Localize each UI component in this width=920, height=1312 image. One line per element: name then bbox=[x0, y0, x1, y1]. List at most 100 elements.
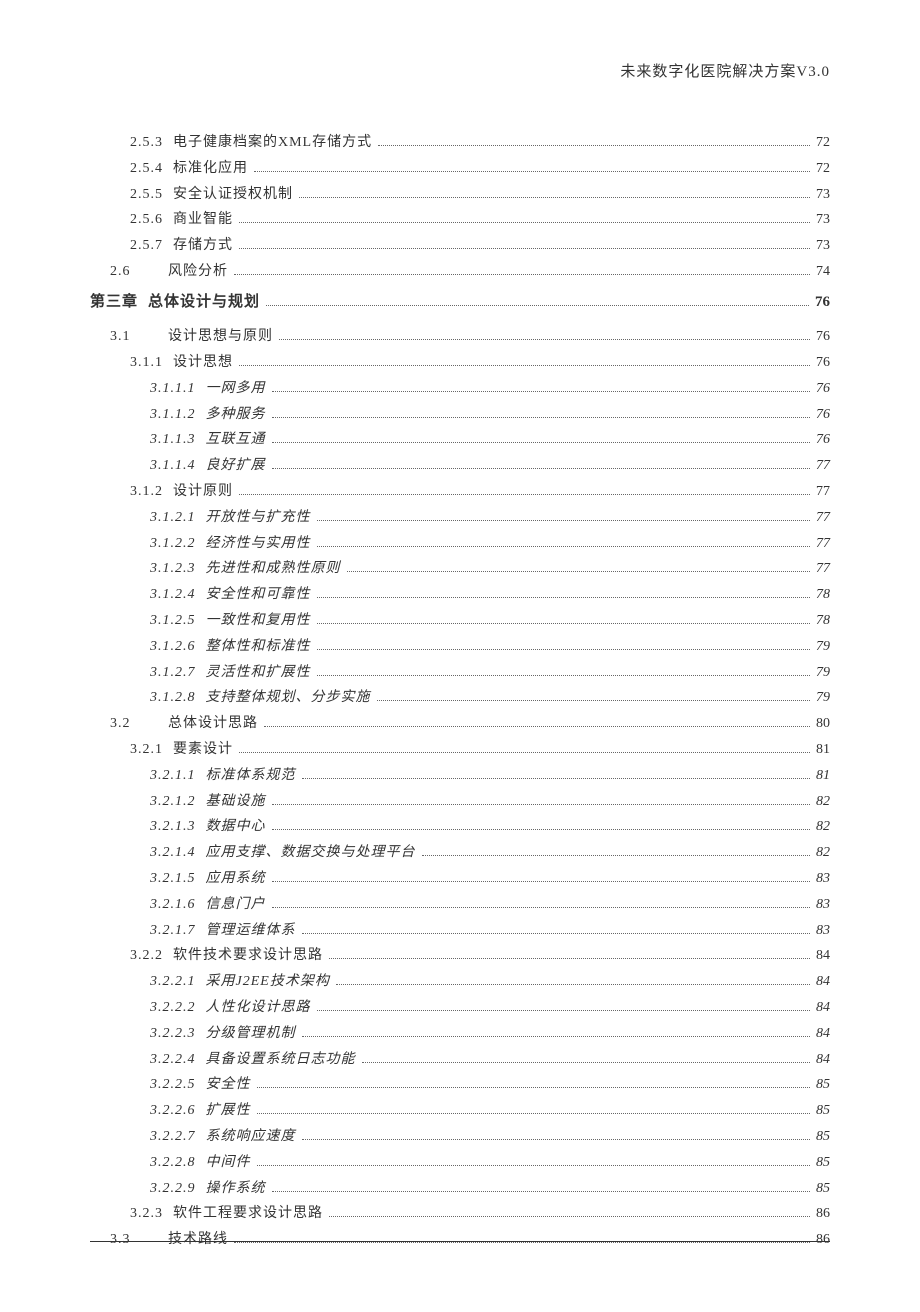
toc-title: 开放性与扩充性 bbox=[206, 506, 311, 530]
toc-entry: 3.1.2.7灵活性和扩展性79 bbox=[90, 661, 830, 685]
toc-page-number: 83 bbox=[816, 867, 830, 891]
toc-page-number: 76 bbox=[816, 351, 830, 375]
toc-entry: 2.5.6商业智能73 bbox=[90, 208, 830, 232]
toc-page-number: 79 bbox=[816, 686, 830, 710]
toc-page-number: 85 bbox=[816, 1125, 830, 1149]
toc-page-number: 81 bbox=[816, 738, 830, 762]
toc-entry: 3.1.2.1开放性与扩充性77 bbox=[90, 506, 830, 530]
toc-title: 商业智能 bbox=[173, 208, 233, 232]
toc-title: 采用J2EE技术架构 bbox=[206, 970, 330, 994]
toc-page-number: 84 bbox=[816, 944, 830, 968]
toc-title: 分级管理机制 bbox=[206, 1022, 296, 1046]
toc-page-number: 80 bbox=[816, 712, 830, 736]
toc-leader-dots bbox=[254, 171, 810, 172]
toc-leader-dots bbox=[266, 305, 809, 306]
toc-entry: 3.1.2.4安全性和可靠性78 bbox=[90, 583, 830, 607]
toc-entry: 3.1.1.3互联互通76 bbox=[90, 428, 830, 452]
toc-entry: 3.2.1.1标准体系规范81 bbox=[90, 764, 830, 788]
toc-number: 3.1.1.3 bbox=[150, 428, 196, 452]
toc-entry: 3.1.2.6整体性和标准性79 bbox=[90, 635, 830, 659]
toc-leader-dots bbox=[272, 468, 811, 469]
toc-leader-dots bbox=[279, 339, 810, 340]
toc-title: 风险分析 bbox=[168, 260, 228, 284]
toc-leader-dots bbox=[239, 365, 810, 366]
toc-leader-dots bbox=[264, 726, 810, 727]
toc-entry: 3.2总体设计思路80 bbox=[90, 712, 830, 736]
toc-list: 2.5.3电子健康档案的XML存储方式722.5.4标准化应用722.5.5安全… bbox=[90, 131, 830, 1252]
toc-page-number: 76 bbox=[816, 325, 830, 349]
toc-page-number: 85 bbox=[816, 1073, 830, 1097]
toc-entry: 3.2.3软件工程要求设计思路86 bbox=[90, 1202, 830, 1226]
toc-number: 3.1.2.3 bbox=[150, 557, 196, 581]
toc-entry: 3.2.1.3数据中心82 bbox=[90, 815, 830, 839]
toc-title: 信息门户 bbox=[206, 893, 266, 917]
toc-leader-dots bbox=[317, 675, 811, 676]
toc-page-number: 84 bbox=[816, 1048, 830, 1072]
toc-title: 灵活性和扩展性 bbox=[206, 661, 311, 685]
toc-leader-dots bbox=[317, 520, 811, 521]
toc-page-number: 72 bbox=[816, 157, 830, 181]
toc-number: 2.5.5 bbox=[130, 183, 163, 207]
toc-number: 3.2.2.9 bbox=[150, 1177, 196, 1201]
toc-entry: 2.6风险分析74 bbox=[90, 260, 830, 284]
toc-entry: 3.2.1.5应用系统83 bbox=[90, 867, 830, 891]
toc-leader-dots bbox=[302, 933, 811, 934]
toc-number: 3.2.2.7 bbox=[150, 1125, 196, 1149]
toc-page-number: 85 bbox=[816, 1151, 830, 1175]
toc-page-number: 81 bbox=[816, 764, 830, 788]
toc-title: 操作系统 bbox=[206, 1177, 266, 1201]
toc-entry: 3.2.2.2人性化设计思路84 bbox=[90, 996, 830, 1020]
toc-page-number: 77 bbox=[816, 506, 830, 530]
toc-page-number: 76 bbox=[816, 428, 830, 452]
toc-title: 电子健康档案的XML存储方式 bbox=[173, 131, 372, 155]
toc-entry: 3.2.1.4应用支撑、数据交换与处理平台82 bbox=[90, 841, 830, 865]
toc-title: 系统响应速度 bbox=[206, 1125, 296, 1149]
toc-entry: 3.1.2设计原则77 bbox=[90, 480, 830, 504]
toc-leader-dots bbox=[272, 391, 811, 392]
toc-title: 经济性与实用性 bbox=[206, 532, 311, 556]
toc-leader-dots bbox=[272, 442, 811, 443]
toc-leader-dots bbox=[329, 958, 810, 959]
toc-title: 设计原则 bbox=[173, 480, 233, 504]
toc-leader-dots bbox=[317, 649, 811, 650]
toc-entry: 3.2.2.8中间件85 bbox=[90, 1151, 830, 1175]
toc-number: 3.2.3 bbox=[130, 1202, 163, 1226]
toc-page-number: 78 bbox=[816, 583, 830, 607]
toc-leader-dots bbox=[272, 907, 811, 908]
toc-number: 3.1.2 bbox=[130, 480, 163, 504]
toc-number: 第三章 bbox=[90, 290, 138, 316]
toc-leader-dots bbox=[272, 881, 811, 882]
toc-number: 2.5.3 bbox=[130, 131, 163, 155]
toc-leader-dots bbox=[317, 623, 811, 624]
toc-title: 一致性和复用性 bbox=[206, 609, 311, 633]
toc-leader-dots bbox=[239, 494, 810, 495]
footer-divider bbox=[90, 1241, 830, 1242]
toc-leader-dots bbox=[422, 855, 811, 856]
toc-entry: 3.2.1要素设计81 bbox=[90, 738, 830, 762]
toc-title: 数据中心 bbox=[206, 815, 266, 839]
toc-number: 3.1.1 bbox=[130, 351, 163, 375]
toc-title: 设计思想 bbox=[173, 351, 233, 375]
toc-page-number: 79 bbox=[816, 661, 830, 685]
toc-number: 3.1.2.6 bbox=[150, 635, 196, 659]
toc-page-number: 84 bbox=[816, 996, 830, 1020]
toc-page-number: 76 bbox=[816, 377, 830, 401]
toc-entry: 3.1.2.5一致性和复用性78 bbox=[90, 609, 830, 633]
toc-number: 3.2.1.7 bbox=[150, 919, 196, 943]
toc-leader-dots bbox=[257, 1087, 811, 1088]
toc-entry: 3.1.1.1一网多用76 bbox=[90, 377, 830, 401]
toc-number: 3.2.2.3 bbox=[150, 1022, 196, 1046]
toc-entry: 2.5.4标准化应用72 bbox=[90, 157, 830, 181]
toc-page-number: 73 bbox=[816, 234, 830, 258]
toc-title: 标准化应用 bbox=[173, 157, 248, 181]
toc-entry: 3.2.2.3分级管理机制84 bbox=[90, 1022, 830, 1046]
toc-page-number: 78 bbox=[816, 609, 830, 633]
toc-title: 整体性和标准性 bbox=[206, 635, 311, 659]
toc-page-number: 82 bbox=[816, 815, 830, 839]
toc-entry: 3.1.2.8支持整体规划、分步实施79 bbox=[90, 686, 830, 710]
toc-entry: 3.2.2.9操作系统85 bbox=[90, 1177, 830, 1201]
toc-leader-dots bbox=[347, 571, 811, 572]
toc-entry: 3.2.2.4具备设置系统日志功能84 bbox=[90, 1048, 830, 1072]
toc-leader-dots bbox=[317, 597, 811, 598]
toc-title: 安全性和可靠性 bbox=[206, 583, 311, 607]
